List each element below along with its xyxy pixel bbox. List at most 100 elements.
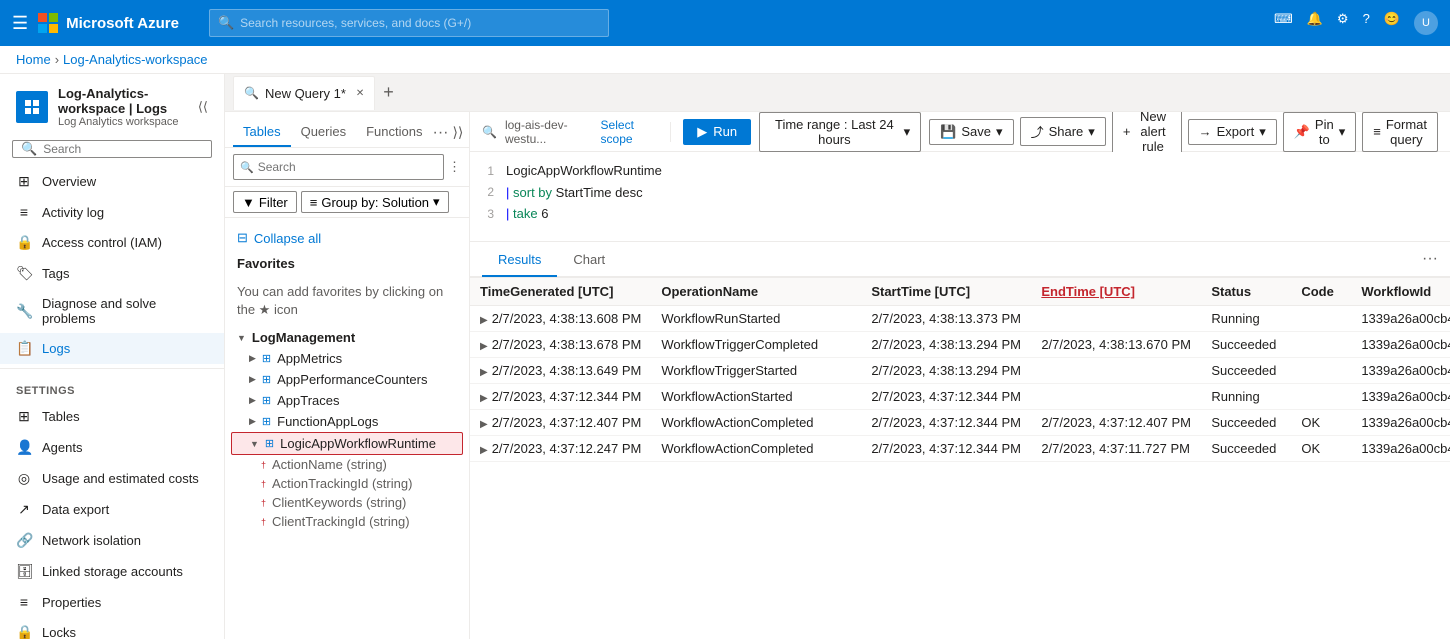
table-item-appperformance[interactable]: ▶ ⊞ AppPerformanceCounters	[225, 369, 469, 390]
sidebar-nav-item-iam[interactable]: 🔒 Access control (IAM)	[0, 227, 224, 258]
toolbar: 🔍 log-ais-dev-westu... Select scope ▶ Ru…	[470, 112, 1450, 152]
breadcrumb-workspace[interactable]: Log-Analytics-workspace	[63, 52, 208, 67]
query-tab-label: New Query 1*	[265, 86, 346, 101]
sidebar-nav-item-locks[interactable]: 🔒 Locks	[0, 617, 224, 639]
field-icon: †	[261, 460, 266, 470]
results-area: Results Chart ··· TimeGenerated [UTC] Op…	[470, 242, 1450, 639]
format-query-button[interactable]: ≡ Format query	[1362, 112, 1438, 152]
col-timegenerated[interactable]: TimeGenerated [UTC]	[470, 278, 651, 306]
log-management-header[interactable]: ▼ LogManagement	[225, 327, 469, 348]
sidebar-nav-item-tables[interactable]: ⊞ Tables	[0, 401, 224, 432]
save-button[interactable]: 💾 Save ▾	[929, 119, 1013, 145]
export-button[interactable]: → Export ▾	[1188, 119, 1277, 145]
sidebar-nav-item-storage[interactable]: 🗄 Linked storage accounts	[0, 556, 224, 587]
sidebar-nav-item-agents[interactable]: 👤 Agents	[0, 432, 224, 463]
tab-tables[interactable]: Tables	[233, 118, 291, 147]
sidebar-search-input[interactable]	[43, 142, 203, 156]
tab-close-button[interactable]: ✕	[356, 88, 364, 99]
cell-workflowid: 1339a26a00cb4cfdbd1b06ea4fcfbd43	[1351, 410, 1450, 436]
properties-icon: ≡	[16, 594, 32, 610]
table-item-appmetrics[interactable]: ▶ ⊞ AppMetrics	[225, 348, 469, 369]
field-clientkeywords[interactable]: † ClientKeywords (string)	[225, 493, 469, 512]
field-icon: †	[261, 479, 266, 489]
sidebar-nav-item-activitylog[interactable]: ≡ Activity log	[0, 197, 224, 227]
settings-icon[interactable]: ⚙	[1337, 11, 1349, 35]
tab-functions[interactable]: Functions	[356, 118, 432, 147]
sidebar-nav-item-diagnose[interactable]: 🔧 Diagnose and solve problems	[0, 289, 224, 333]
collapse-sidebar-icon[interactable]: ⟨⟨	[198, 99, 208, 115]
table-name: FunctionAppLogs	[277, 414, 378, 429]
line-code: LogicAppWorkflowRuntime	[506, 161, 662, 181]
field-clienttracking[interactable]: † ClientTrackingId (string)	[225, 512, 469, 531]
breadcrumb-home[interactable]: Home	[16, 52, 51, 67]
group-by-button[interactable]: ≡ Group by: Solution ▾	[301, 191, 449, 213]
time-range-button[interactable]: Time range : Last 24 hours ▾	[759, 112, 921, 152]
filter-button[interactable]: ▼ Filter	[233, 191, 297, 213]
tab-queries[interactable]: Queries	[291, 118, 357, 147]
search-options-icon[interactable]: ⋮	[448, 159, 461, 175]
sidebar-nav-item-network[interactable]: 🔗 Network isolation	[0, 525, 224, 556]
left-panel-search-box[interactable]: 🔍	[233, 154, 444, 180]
select-scope-link[interactable]: Select scope	[601, 118, 659, 146]
table-item-apptraces[interactable]: ▶ ⊞ AppTraces	[225, 390, 469, 411]
sidebar-nav-item-export[interactable]: ↗ Data export	[0, 494, 224, 525]
new-tab-button[interactable]: +	[377, 82, 400, 103]
collapse-panel-icon[interactable]: ⟩⟩	[452, 124, 463, 141]
table-item-logicapp[interactable]: ▼ ⊞ LogicAppWorkflowRuntime	[231, 432, 463, 455]
col-starttime[interactable]: StartTime [UTC]	[861, 278, 1031, 306]
run-button[interactable]: ▶ Run	[683, 119, 751, 145]
col-endtime[interactable]: EndTime [UTC]	[1031, 278, 1201, 306]
cell-starttime: 2/7/2023, 4:38:13.294 PM	[861, 332, 1031, 358]
sidebar-nav-item-usage[interactable]: ◎ Usage and estimated costs	[0, 463, 224, 494]
export-icon: →	[1199, 124, 1212, 139]
more-tabs-icon[interactable]: ···	[432, 124, 448, 142]
col-code[interactable]: Code	[1291, 278, 1351, 306]
cell-status: Succeeded	[1201, 436, 1291, 462]
sidebar-nav-item-properties[interactable]: ≡ Properties	[0, 587, 224, 617]
query-editor[interactable]: 1 LogicAppWorkflowRuntime 2 | sort by St…	[470, 152, 1450, 242]
hamburger-menu-icon[interactable]: ☰	[12, 13, 28, 34]
field-name: ClientKeywords (string)	[272, 495, 406, 510]
feedback-icon[interactable]: 😊	[1384, 11, 1400, 35]
table-item-functionapplogs[interactable]: ▶ ⊞ FunctionAppLogs	[225, 411, 469, 432]
tab-results[interactable]: Results	[482, 244, 557, 277]
cell-operationname: WorkflowActionStarted	[651, 384, 861, 410]
field-name: ClientTrackingId (string)	[272, 514, 410, 529]
share-button[interactable]: ⤴ Share ▾	[1020, 117, 1106, 146]
sidebar-nav-item-overview[interactable]: ⊞ Overview	[0, 166, 224, 197]
results-more-button[interactable]: ···	[1422, 250, 1438, 268]
query-tab[interactable]: 🔍 New Query 1* ✕	[233, 76, 375, 110]
cell-code: OK	[1291, 436, 1351, 462]
line-code: | sort by StartTime desc	[506, 183, 643, 203]
cloud-shell-icon[interactable]: ⌨	[1274, 11, 1293, 35]
col-workflowid[interactable]: WorkflowId	[1351, 278, 1450, 306]
sidebar-search-box[interactable]: 🔍	[12, 140, 212, 158]
sidebar-nav-item-logs[interactable]: 📋 Logs	[0, 333, 224, 364]
tab-chart[interactable]: Chart	[557, 244, 621, 277]
expand-icon: ▶	[249, 374, 256, 385]
sidebar-item-label: Activity log	[42, 205, 104, 220]
col-operationname[interactable]: OperationName	[651, 278, 861, 306]
share-icon: ⤴	[1031, 122, 1044, 141]
cell-starttime: 2/7/2023, 4:37:12.344 PM	[861, 436, 1031, 462]
col-status[interactable]: Status	[1201, 278, 1291, 306]
cell-status: Succeeded	[1201, 410, 1291, 436]
notification-icon[interactable]: 🔔	[1307, 11, 1323, 35]
network-icon: 🔗	[16, 532, 32, 549]
line-number: 2	[470, 183, 506, 201]
global-search[interactable]: 🔍 Search resources, services, and docs (…	[209, 9, 609, 37]
pin-to-button[interactable]: 📌 Pin to ▾	[1283, 112, 1357, 152]
field-actionname[interactable]: † ActionName (string)	[225, 455, 469, 474]
filter-toolbar: ▼ Filter ≡ Group by: Solution ▾	[225, 187, 469, 218]
help-icon[interactable]: ?	[1363, 11, 1370, 35]
collapse-all-button[interactable]: ⊟ Collapse all	[225, 226, 469, 250]
expand-icon: ▶	[249, 395, 256, 406]
field-actiontracking[interactable]: † ActionTrackingId (string)	[225, 474, 469, 493]
cell-status: Succeeded	[1201, 332, 1291, 358]
table-icon: ⊞	[262, 352, 271, 365]
left-panel-search-input[interactable]	[258, 160, 437, 174]
user-avatar[interactable]: U	[1414, 11, 1438, 35]
sidebar-nav-item-tags[interactable]: 🏷 Tags	[0, 258, 224, 289]
table-icon: ⊞	[265, 437, 274, 450]
field-icon: †	[261, 498, 266, 508]
